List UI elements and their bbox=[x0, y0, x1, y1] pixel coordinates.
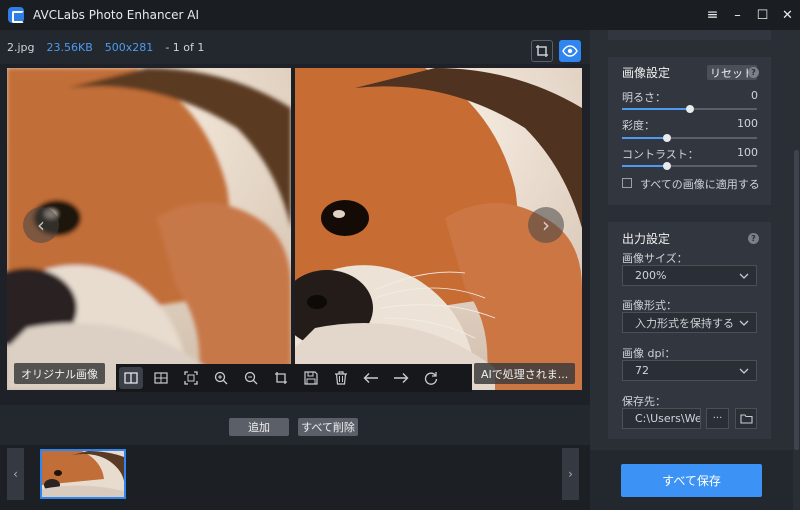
image-format-value: 入力形式を保持する bbox=[635, 316, 734, 330]
grid-view-icon bbox=[154, 372, 168, 384]
previous-image-button[interactable]: ‹ bbox=[23, 207, 59, 243]
contrast-slider-fill bbox=[622, 165, 667, 167]
rotate-button[interactable] bbox=[416, 364, 446, 392]
delete-button[interactable] bbox=[326, 364, 356, 392]
next-image-button[interactable]: › bbox=[528, 207, 564, 243]
image-size-value: 200% bbox=[635, 269, 667, 282]
chevron-down-icon bbox=[739, 273, 749, 279]
split-view-icon bbox=[124, 372, 138, 384]
fit-screen-button[interactable] bbox=[176, 364, 206, 392]
title-bar: AVCLabs Photo Enhancer AI ≡ – ☐ ✕ bbox=[0, 0, 800, 30]
rotate-icon bbox=[424, 372, 438, 385]
chevron-down-icon bbox=[739, 320, 749, 326]
image-dpi-label: 画像 dpi： bbox=[622, 347, 676, 360]
saturation-label: 彩度： bbox=[622, 119, 655, 132]
save-destination-label: 保存先： bbox=[622, 395, 666, 408]
apply-all-label[interactable]: すべての画像に適用する bbox=[640, 176, 760, 192]
image-format-select[interactable]: 入力形式を保持する bbox=[622, 312, 757, 333]
brightness-slider[interactable] bbox=[622, 105, 757, 113]
app-logo-icon bbox=[8, 7, 24, 23]
saturation-slider[interactable] bbox=[622, 134, 757, 142]
output-settings-title: 出力設定 bbox=[622, 232, 671, 246]
maximize-icon[interactable]: ☐ bbox=[750, 0, 775, 30]
panel-scrollbar-thumb[interactable] bbox=[794, 150, 799, 450]
crop-icon bbox=[275, 372, 287, 384]
crop-button[interactable] bbox=[266, 364, 296, 392]
ai-processed-label: AIで処理されま... bbox=[474, 363, 576, 384]
browse-folder-button[interactable] bbox=[735, 408, 757, 429]
crop-tool-button[interactable] bbox=[531, 40, 553, 62]
contrast-value: 100 bbox=[737, 146, 758, 159]
file-dimensions: 500x281 bbox=[104, 40, 154, 54]
fit-screen-icon bbox=[184, 371, 198, 385]
apply-all-checkbox[interactable] bbox=[622, 178, 632, 188]
zoom-out-icon bbox=[244, 371, 258, 385]
image-settings-title: 画像設定 bbox=[622, 66, 671, 80]
output-settings-card: 出力設定 ? 画像サイズ： 200% 画像形式： 入力形式を保持する 画像 dp… bbox=[608, 222, 771, 439]
brightness-label: 明るさ： bbox=[622, 91, 666, 104]
zoom-in-button[interactable] bbox=[206, 364, 236, 392]
eye-icon bbox=[562, 45, 578, 57]
brightness-value: 0 bbox=[751, 89, 758, 102]
add-button[interactable]: 追加 bbox=[229, 418, 289, 436]
image-settings-card: 画像設定 リセット ? 明るさ： 0 彩度： 100 コントラスト： 100 す… bbox=[608, 57, 771, 205]
chevron-right-icon: › bbox=[542, 213, 550, 237]
zoom-out-button[interactable] bbox=[236, 364, 266, 392]
preview-canvas bbox=[7, 68, 582, 390]
contrast-slider[interactable] bbox=[622, 162, 757, 170]
crop-icon bbox=[536, 45, 548, 57]
image-dpi-value: 72 bbox=[635, 364, 649, 377]
save-all-button[interactable]: すべて保存 bbox=[621, 464, 762, 497]
app-title: AVCLabs Photo Enhancer AI bbox=[33, 8, 200, 22]
window-controls: ≡ – ☐ ✕ bbox=[700, 0, 800, 30]
brightness-slider-fill bbox=[622, 108, 690, 110]
chevron-left-icon: ‹ bbox=[37, 213, 45, 237]
save-image-button[interactable] bbox=[296, 364, 326, 392]
save-path-input[interactable]: C:\Users\We bbox=[622, 408, 701, 429]
minimize-icon[interactable]: – bbox=[725, 0, 750, 30]
strip-next-button[interactable]: › bbox=[562, 448, 579, 500]
arrow-left-icon bbox=[363, 373, 378, 383]
split-view-button[interactable] bbox=[119, 367, 143, 389]
file-size: 23.56KB bbox=[46, 40, 93, 54]
action-bar bbox=[0, 405, 590, 445]
page-indicator: - 1 of 1 bbox=[165, 40, 205, 54]
image-format-label: 画像形式： bbox=[622, 299, 677, 312]
undo-button[interactable] bbox=[356, 364, 386, 392]
thumbnail-item[interactable] bbox=[40, 449, 126, 499]
folder-icon bbox=[739, 414, 753, 424]
file-info-bar: 2.jpg 23.56KB 500x281 - 1 of 1 bbox=[0, 30, 590, 64]
zoom-in-icon bbox=[214, 371, 228, 385]
menu-icon[interactable]: ≡ bbox=[700, 0, 725, 30]
panel-section-top bbox=[608, 30, 771, 40]
delete-icon bbox=[335, 371, 347, 385]
original-image-label: オリジナル画像 bbox=[14, 363, 105, 384]
saturation-value: 100 bbox=[737, 117, 758, 130]
strip-prev-button[interactable]: ‹ bbox=[7, 448, 24, 500]
help-icon[interactable]: ? bbox=[748, 233, 759, 244]
redo-button[interactable] bbox=[386, 364, 416, 392]
brightness-slider-handle[interactable] bbox=[685, 105, 694, 113]
file-name: 2.jpg bbox=[7, 40, 35, 54]
saturation-slider-fill bbox=[622, 137, 667, 139]
arrow-right-icon bbox=[394, 373, 409, 383]
close-icon[interactable]: ✕ bbox=[775, 0, 800, 30]
image-size-label: 画像サイズ： bbox=[622, 252, 688, 265]
chevron-left-icon: ‹ bbox=[13, 467, 18, 481]
grid-view-button[interactable] bbox=[146, 364, 176, 392]
thumbnail-image bbox=[42, 451, 124, 497]
chevron-down-icon bbox=[739, 368, 749, 374]
delete-all-button[interactable]: すべて削除 bbox=[298, 418, 358, 436]
compare-view-button[interactable] bbox=[559, 40, 581, 62]
help-icon[interactable]: ? bbox=[748, 67, 759, 78]
saturation-slider-handle[interactable] bbox=[662, 134, 671, 142]
image-dpi-select[interactable]: 72 bbox=[622, 360, 757, 381]
contrast-slider-handle[interactable] bbox=[662, 162, 671, 170]
preview-toolbar bbox=[116, 364, 472, 392]
image-size-select[interactable]: 200% bbox=[622, 265, 757, 286]
more-options-button[interactable]: ··· bbox=[706, 408, 729, 429]
chevron-right-icon: › bbox=[568, 467, 573, 481]
save-icon bbox=[304, 371, 318, 385]
contrast-label: コントラスト： bbox=[622, 148, 699, 161]
